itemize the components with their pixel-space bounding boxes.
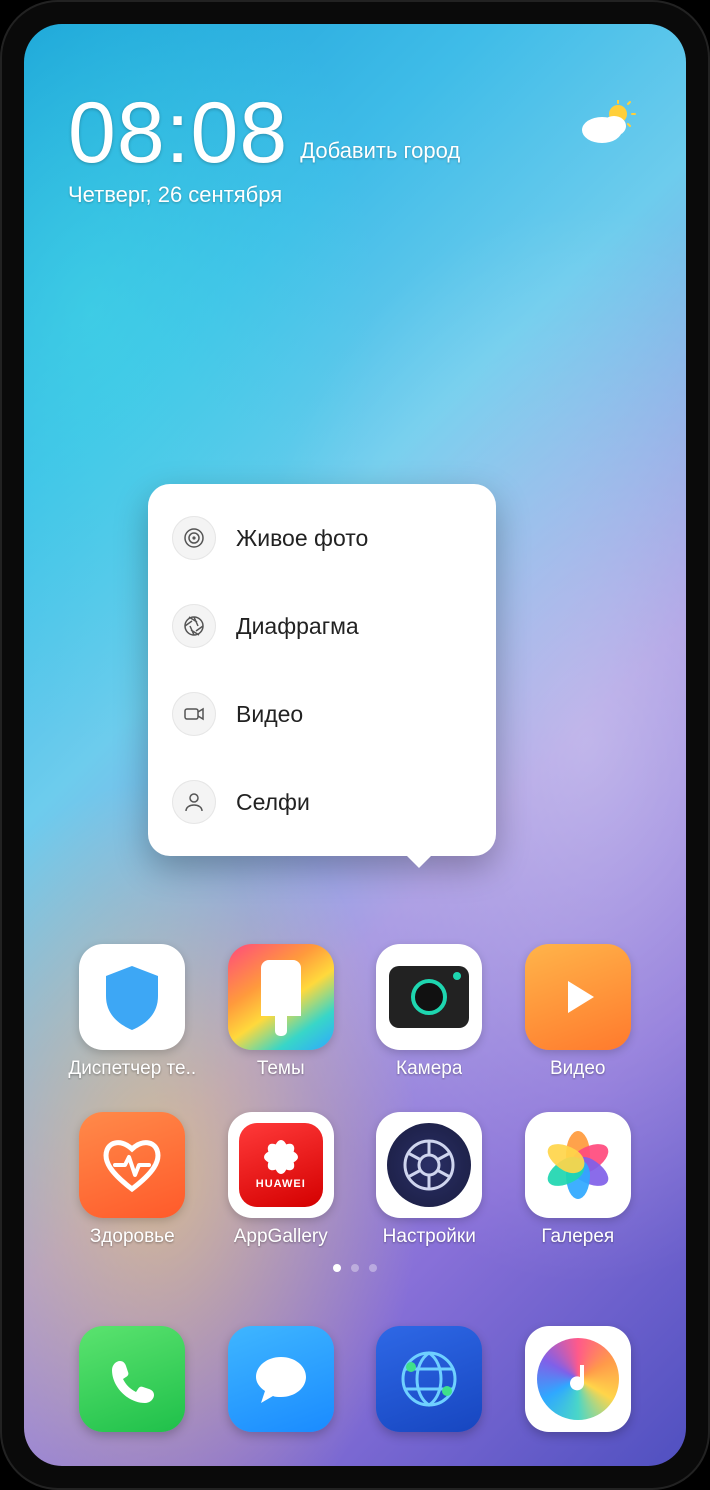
appgallery-icon: HUAWEI [228, 1112, 334, 1218]
popup-item-live-photo[interactable]: Живое фото [148, 494, 496, 582]
appgallery-text: HUAWEI [256, 1178, 306, 1190]
music-icon [525, 1326, 631, 1432]
app-appgallery[interactable]: HUAWEI AppGallery [211, 1112, 351, 1248]
camera-shortcut-popup: Живое фото Диафрагма Видео [148, 484, 496, 856]
page-indicator [24, 1264, 686, 1272]
dock [58, 1326, 652, 1432]
app-health[interactable]: Здоровье [62, 1112, 202, 1248]
app-label: Диспетчер те.. [68, 1058, 196, 1080]
popup-item-label: Диафрагма [236, 613, 359, 640]
app-label: Здоровье [90, 1226, 175, 1248]
app-grid: Диспетчер те.. Темы Камера Видео [58, 944, 652, 1248]
dock-app-messages[interactable] [211, 1326, 351, 1432]
clock-date: Четверг, 26 сентября [68, 182, 642, 208]
page-dot [351, 1264, 359, 1272]
app-label: Видео [550, 1058, 606, 1080]
app-themes[interactable]: Темы [211, 944, 351, 1080]
app-label: AppGallery [234, 1226, 328, 1248]
add-city-label[interactable]: Добавить город [300, 138, 460, 176]
home-screen[interactable]: 08:08 Добавить город Четверг, 26 сентябр… [24, 24, 686, 1466]
popup-item-label: Селфи [236, 789, 310, 816]
gallery-icon [525, 1112, 631, 1218]
video-icon [172, 692, 216, 736]
phone-frame: 08:08 Добавить город Четверг, 26 сентябр… [0, 0, 710, 1490]
clock-time: 08:08 [68, 90, 288, 176]
video-app-icon [525, 944, 631, 1050]
app-label: Камера [396, 1058, 462, 1080]
shield-icon [79, 944, 185, 1050]
popup-item-selfie[interactable]: Селфи [148, 758, 496, 846]
aperture-icon [172, 604, 216, 648]
browser-icon [376, 1326, 482, 1432]
phone-icon [79, 1326, 185, 1432]
page-dot-active [333, 1264, 341, 1272]
weather-icon[interactable] [580, 100, 636, 149]
app-gallery[interactable]: Галерея [508, 1112, 648, 1248]
settings-icon [376, 1112, 482, 1218]
popup-item-video[interactable]: Видео [148, 670, 496, 758]
messages-icon [228, 1326, 334, 1432]
selfie-icon [172, 780, 216, 824]
app-settings[interactable]: Настройки [359, 1112, 499, 1248]
popup-item-label: Живое фото [236, 525, 368, 552]
popup-item-aperture[interactable]: Диафрагма [148, 582, 496, 670]
app-label: Темы [257, 1058, 305, 1080]
dock-app-music[interactable] [508, 1326, 648, 1432]
app-video[interactable]: Видео [508, 944, 648, 1080]
page-dot [369, 1264, 377, 1272]
themes-icon [228, 944, 334, 1050]
health-icon [79, 1112, 185, 1218]
dock-app-phone[interactable] [62, 1326, 202, 1432]
live-photo-icon [172, 516, 216, 560]
camera-icon [376, 944, 482, 1050]
popup-item-label: Видео [236, 701, 303, 728]
app-label: Галерея [541, 1226, 614, 1248]
app-label: Настройки [383, 1226, 476, 1248]
app-phone-manager[interactable]: Диспетчер те.. [62, 944, 202, 1080]
clock-weather-widget[interactable]: 08:08 Добавить город Четверг, 26 сентябр… [68, 90, 642, 208]
dock-app-browser[interactable] [359, 1326, 499, 1432]
app-camera[interactable]: Камера [359, 944, 499, 1080]
